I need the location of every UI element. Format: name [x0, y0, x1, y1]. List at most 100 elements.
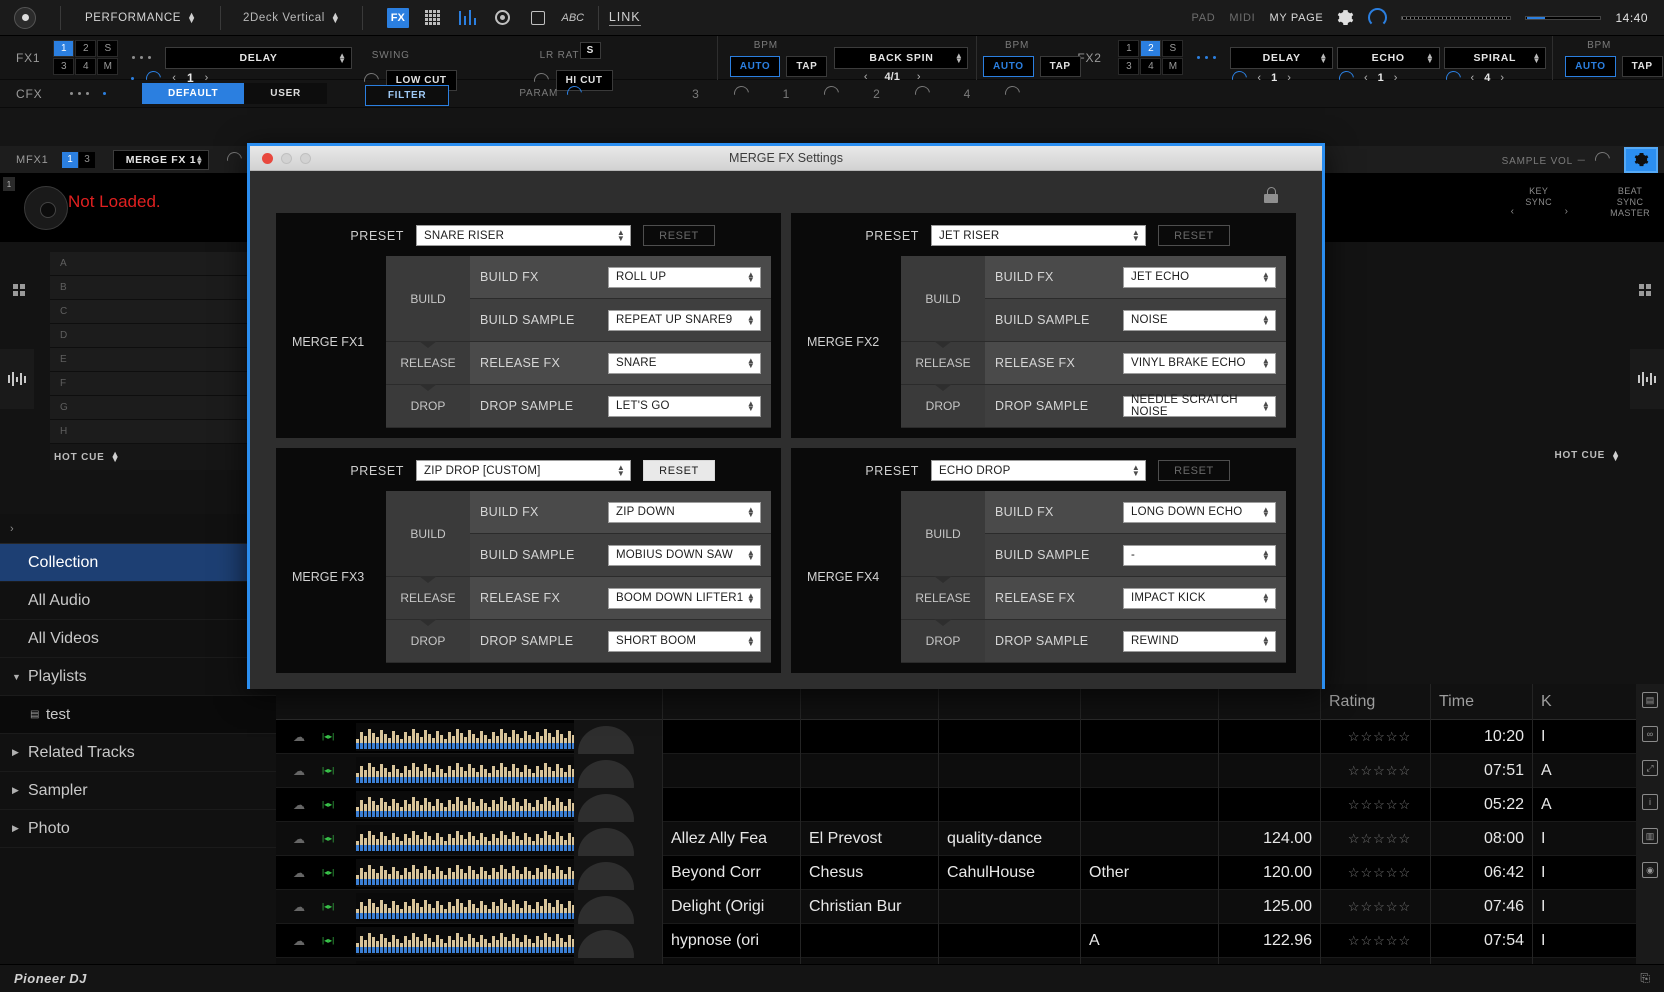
fx-view-icon[interactable]: FX [386, 7, 409, 28]
sample-vol-knob[interactable] [1592, 149, 1613, 170]
preset-select-4[interactable]: ECHO DROP ▲ ▼ [931, 460, 1146, 481]
fx2-tap-button-right[interactable]: TAP [1621, 55, 1663, 77]
reset-button-2[interactable]: RESET [1158, 225, 1230, 246]
build-fx-select-1[interactable]: ROLL UP ▲ ▼ [608, 266, 761, 288]
column-header-rating[interactable]: Rating [1320, 683, 1430, 720]
preset-select-2[interactable]: JET RISER ▲ ▼ [931, 225, 1146, 246]
cfx-default-button[interactable]: DEFAULT [142, 83, 245, 104]
cfx-filter-button[interactable]: FILTER [364, 84, 450, 106]
my-page-label[interactable]: MY PAGE [1269, 12, 1323, 24]
column-header-key[interactable]: K [1532, 683, 1572, 720]
cue-row[interactable]: E [50, 348, 260, 372]
waveform-preview[interactable] [356, 858, 574, 887]
triangle-down-icon[interactable]: ▼ [12, 672, 21, 682]
drop-sample-select-3[interactable]: SHORT BOOM ▲ ▼ [608, 630, 761, 652]
cue-row[interactable]: G [50, 396, 260, 420]
mfx1-select[interactable]: MERGE FX 1 ▲ ▼ [113, 149, 209, 170]
fx2-auto-button[interactable]: AUTO [983, 55, 1034, 77]
link-chain-icon[interactable]: ∞ [1642, 726, 1658, 742]
record-icon[interactable] [492, 8, 514, 28]
release-fx-select-1[interactable]: SNARE ▲ ▼ [608, 352, 761, 374]
gear-icon[interactable] [1337, 9, 1354, 26]
table-row[interactable]: ☁ |◂▸| [276, 889, 1664, 948]
fx1-release-fx-select[interactable]: BACK SPIN ▲ ▼ [834, 46, 969, 69]
reset-button-1[interactable]: RESET [643, 225, 715, 246]
build-sample-select-4[interactable]: - ▲ ▼ [1123, 544, 1276, 566]
sidebar-item-all-audio[interactable]: All Audio [0, 582, 276, 620]
release-fx-select-2[interactable]: VINYL BRAKE ECHO ▲ ▼ [1123, 352, 1276, 374]
hot-cue-right[interactable]: HOT CUE ▲ ▼ [1554, 448, 1620, 462]
mixer-sliders-icon[interactable] [457, 8, 479, 28]
table-row[interactable]: ☁ |◂▸| [276, 753, 1664, 812]
cue-row[interactable]: B [50, 276, 260, 300]
fx2-more-dots[interactable] [1197, 56, 1217, 59]
reset-button-3[interactable]: RESET [643, 460, 715, 481]
waveform-preview[interactable] [356, 824, 574, 853]
fx1-auto-button[interactable]: AUTO [729, 55, 781, 77]
artwork-icon[interactable]: ▥ [1642, 828, 1658, 844]
pad-mode-icon[interactable] [6, 270, 32, 310]
cfx-knob-c[interactable] [911, 83, 933, 104]
fx1-pad-selector[interactable]: 1 2 S 3 4 M [53, 40, 119, 75]
info-icon[interactable]: i [1642, 794, 1658, 810]
app-logo[interactable] [0, 0, 50, 36]
fx2-tap-button[interactable]: TAP [1039, 55, 1081, 77]
fx1-pad-3[interactable]: 3 [53, 58, 75, 75]
release-fx-select-4[interactable]: IMPACT KICK ▲ ▼ [1123, 587, 1276, 609]
export-icon[interactable]: ⎘ [1640, 971, 1650, 986]
jog-wheel[interactable] [24, 186, 68, 230]
layout-selector[interactable]: 2Deck Vertical ▲ ▼ [243, 10, 340, 24]
preset-select-3[interactable]: ZIP DROP [CUSTOM] ▲ ▼ [416, 460, 631, 481]
master-knob[interactable] [1368, 8, 1388, 27]
link-button[interactable]: LINK [608, 10, 641, 26]
triangle-right-icon[interactable]: ▶ [12, 747, 19, 758]
triangle-right-icon[interactable]: ▶ [12, 785, 19, 796]
fx2-pad-4[interactable]: 4 [1140, 58, 1162, 75]
fx2-effect1-select[interactable]: DELAY ▲ ▼ [1230, 46, 1333, 69]
drop-sample-select-4[interactable]: REWIND ▲ ▼ [1123, 630, 1276, 652]
drop-sample-select-1[interactable]: LET'S GO ▲ ▼ [608, 395, 761, 417]
build-fx-select-3[interactable]: ZIP DOWN ▲ ▼ [608, 501, 761, 523]
cue-row[interactable]: A [50, 252, 260, 276]
waveform-preview[interactable] [356, 892, 574, 921]
cfx-knob-d[interactable] [1002, 83, 1024, 104]
sidebar-item-playlists[interactable]: ▼ Playlists [0, 658, 276, 696]
sidebar-item-related-tracks[interactable]: ▶ Related Tracks [0, 734, 276, 772]
list-view-icon[interactable]: ▤ [1642, 692, 1658, 708]
fx2-pad-s[interactable]: S [1162, 40, 1184, 57]
key-prev-icon[interactable]: ‹ [1511, 206, 1514, 217]
cue-row[interactable]: H [50, 420, 260, 444]
fx2-pad-1[interactable]: 1 [1118, 40, 1140, 57]
reset-button-4[interactable]: RESET [1158, 460, 1230, 481]
merge-fx-settings-gear-button[interactable] [1624, 146, 1658, 173]
fx2-auto-button-right[interactable]: AUTO [1565, 55, 1616, 77]
cfx-more-dots[interactable] [70, 92, 89, 95]
fx1-tap-button[interactable]: TAP [786, 55, 828, 77]
waveform-preview[interactable] [356, 926, 574, 955]
tree-expand-row[interactable]: › [0, 514, 276, 544]
pad-grid-icon[interactable] [422, 8, 444, 28]
cloud-icon[interactable]: ◉ [1642, 862, 1658, 878]
table-row[interactable]: ☁ |◂▸| [276, 787, 1664, 846]
fx1-more-dots[interactable] [132, 56, 152, 59]
sidebar-item-all-videos[interactable]: All Videos [0, 620, 276, 658]
fx2-effect2-select[interactable]: ECHO ▲ ▼ [1336, 46, 1440, 69]
drop-sample-select-2[interactable]: NEEDLE SCRATCH NOISE ▲ ▼ [1123, 394, 1276, 418]
mfx1-deck-selector[interactable]: 1 3 [62, 151, 95, 168]
lock-icon[interactable] [1264, 187, 1278, 203]
waveform-preview[interactable] [356, 722, 574, 751]
fx1-pad-s[interactable]: S [97, 40, 119, 57]
fx1-pad-4[interactable]: 4 [75, 58, 97, 75]
fx1-pad-m[interactable]: M [97, 58, 119, 75]
build-sample-select-1[interactable]: REPEAT UP SNARE9 ▲ ▼ [608, 309, 761, 331]
sidebar-item-test[interactable]: ▤ test [0, 696, 276, 734]
waveform-preview[interactable] [356, 790, 574, 819]
fx2-pad-2[interactable]: 2 [1140, 40, 1162, 57]
chevron-updown-icon[interactable]: ▲ ▼ [111, 450, 120, 464]
preset-select-1[interactable]: SNARE RISER ▲ ▼ [416, 225, 631, 246]
fx2-pad-3[interactable]: 3 [1118, 58, 1140, 75]
build-fx-select-2[interactable]: JET ECHO ▲ ▼ [1123, 266, 1276, 288]
cfx-knob-b[interactable] [821, 83, 843, 104]
cfx-param-knob[interactable] [564, 83, 586, 104]
cue-row[interactable]: D [50, 324, 260, 348]
